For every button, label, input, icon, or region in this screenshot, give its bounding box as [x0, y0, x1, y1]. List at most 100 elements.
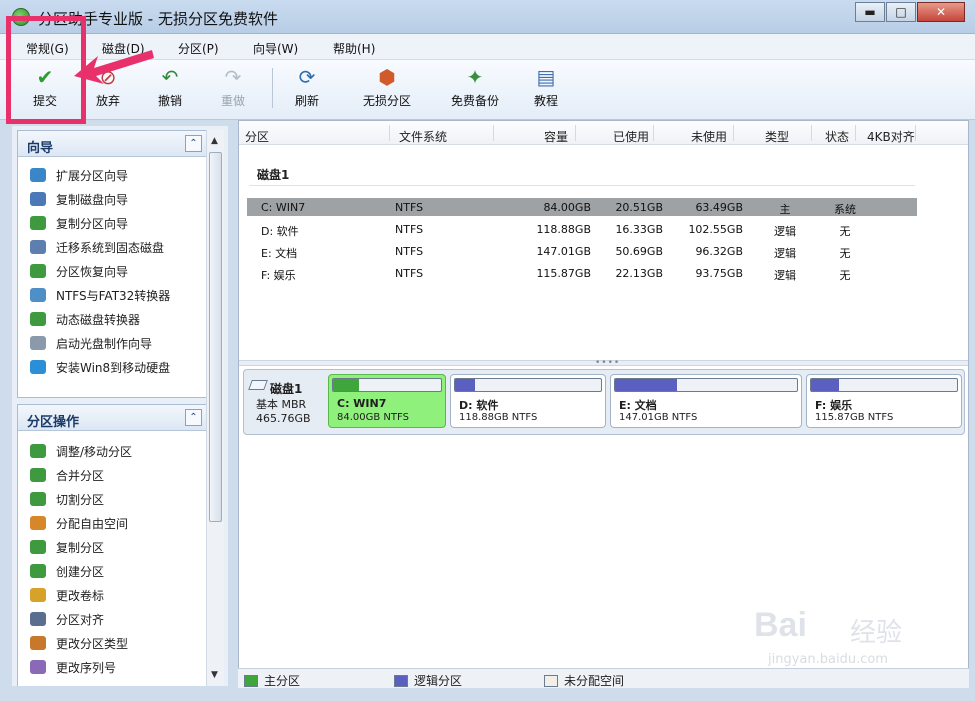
- table-header: 分区 文件系统 容量 已使用 未使用 类型 状态 4KB对齐: [239, 121, 968, 145]
- lossless-partition-button[interactable]: ⬢ 无损分区: [351, 66, 423, 109]
- wizard-item[interactable]: 迁移系统到固态磁盘: [18, 235, 206, 259]
- menu-partition[interactable]: 分区(P): [178, 40, 219, 57]
- wizard-item[interactable]: 分区恢复向导: [18, 259, 206, 283]
- align-icon: [30, 612, 46, 626]
- menu-disk[interactable]: 磁盘(D): [102, 40, 145, 57]
- refresh-button[interactable]: ⟳ 刷新: [271, 66, 343, 109]
- table-row[interactable]: F: 娱乐 NTFS 115.87GB 22.13GB 93.75GB 逻辑无: [247, 264, 917, 282]
- refresh-label: 刷新: [294, 94, 319, 108]
- split-icon: [30, 492, 46, 506]
- cell-used: 22.13GB: [615, 267, 663, 280]
- backup-icon: ✦: [466, 65, 484, 89]
- legend-unallocated-label: 未分配空间: [564, 674, 625, 688]
- close-button[interactable]: ✕: [917, 2, 965, 22]
- wizard-item[interactable]: 复制磁盘向导: [18, 187, 206, 211]
- redo-button[interactable]: ↷ 重做: [197, 66, 269, 109]
- disk-card[interactable]: 磁盘1 基本 MBR 465.76GB: [248, 374, 324, 430]
- wizard-item-label: 动态磁盘转换器: [56, 312, 141, 327]
- col-capacity[interactable]: 容量: [544, 128, 568, 145]
- partition-ops-group-header[interactable]: 分区操作 ⌃: [18, 405, 206, 431]
- partition-op-item[interactable]: 创建分区: [18, 559, 206, 583]
- cell-partition: E: 文档: [261, 247, 298, 260]
- discard-icon: ⊘: [99, 65, 117, 89]
- partition-op-item[interactable]: 切割分区: [18, 487, 206, 511]
- partition-block-name: E: 文档: [619, 399, 657, 412]
- col-divider[interactable]: [653, 125, 654, 141]
- tutorial-button[interactable]: ▤ 教程: [510, 66, 582, 109]
- wizard-item-label: 扩展分区向导: [56, 168, 129, 183]
- recover-partition-icon: [30, 264, 46, 278]
- partition-block[interactable]: C: WIN7 84.00GB NTFS: [328, 374, 446, 428]
- wizard-item[interactable]: NTFS与FAT32转换器: [18, 283, 206, 307]
- col-divider[interactable]: [811, 125, 812, 141]
- title-bar: 分区助手专业版 - 无损分区免费软件 ▬ □ ✕: [0, 0, 975, 34]
- wizard-group-title: 向导: [27, 141, 54, 156]
- undo-label: 撤销: [157, 94, 182, 108]
- partition-block-info: 147.01GB NTFS: [619, 412, 698, 423]
- scroll-down-icon[interactable]: ▼: [211, 670, 218, 680]
- win8-icon: [30, 360, 46, 374]
- partition-op-item[interactable]: 分区对齐: [18, 607, 206, 631]
- lossless-partition-label: 无损分区: [362, 94, 411, 108]
- col-partition[interactable]: 分区: [245, 128, 269, 145]
- partition-op-item[interactable]: 更改序列号: [18, 655, 206, 679]
- partition-op-item[interactable]: 合并分区: [18, 463, 206, 487]
- minimize-button[interactable]: ▬: [855, 2, 885, 22]
- col-unused[interactable]: 未使用: [691, 128, 727, 145]
- collapse-wizard-icon[interactable]: ⌃: [185, 135, 202, 152]
- menu-wizard[interactable]: 向导(W): [253, 40, 298, 57]
- col-type[interactable]: 类型: [765, 128, 789, 145]
- legend-logical-label: 逻辑分区: [414, 674, 463, 688]
- collapse-partition-ops-icon[interactable]: ⌃: [185, 409, 202, 426]
- change-type-icon: [30, 636, 46, 650]
- table-row[interactable]: D: 软件 NTFS 118.88GB 16.33GB 102.55GB 逻辑无: [247, 220, 917, 238]
- ntfs-fat32-icon: [30, 288, 46, 302]
- table-row[interactable]: C: WIN7 NTFS 84.00GB 20.51GB 63.49GB 主系统: [247, 198, 917, 216]
- col-divider[interactable]: [575, 125, 576, 141]
- partition-op-item[interactable]: 更改分区类型: [18, 631, 206, 655]
- partition-op-item[interactable]: 复制分区: [18, 535, 206, 559]
- partition-block[interactable]: E: 文档 147.01GB NTFS: [610, 374, 802, 428]
- usage-fill: [455, 379, 476, 391]
- sidebar-scrollbar[interactable]: ▲ ▼: [206, 130, 224, 686]
- col-4k-align[interactable]: 4KB对齐: [867, 128, 915, 145]
- disk-icon: [248, 380, 268, 390]
- col-used[interactable]: 已使用: [613, 128, 649, 145]
- menu-general[interactable]: 常规(G): [26, 40, 69, 57]
- scroll-thumb[interactable]: [209, 152, 222, 522]
- wizard-group-header[interactable]: 向导 ⌃: [18, 131, 206, 157]
- partition-block[interactable]: F: 娱乐 115.87GB NTFS: [806, 374, 962, 428]
- commit-button[interactable]: ✔ 提交: [9, 66, 81, 109]
- col-divider[interactable]: [915, 125, 916, 141]
- col-divider[interactable]: [733, 125, 734, 141]
- table-row[interactable]: E: 文档 NTFS 147.01GB 50.69GB 96.32GB 逻辑无: [247, 242, 917, 260]
- wizard-item[interactable]: 安装Win8到移动硬盘: [18, 355, 206, 379]
- col-divider[interactable]: [855, 125, 856, 141]
- partition-block[interactable]: D: 软件 118.88GB NTFS: [450, 374, 606, 428]
- undo-button[interactable]: ↶ 撤销: [134, 66, 206, 109]
- scroll-up-icon[interactable]: ▲: [211, 136, 218, 146]
- free-backup-button[interactable]: ✦ 免费备份: [439, 66, 511, 109]
- pane-splitter[interactable]: ••••: [239, 358, 968, 368]
- partition-op-item-label: 更改分区类型: [56, 636, 129, 651]
- cell-fs: NTFS: [395, 245, 424, 258]
- partition-op-item[interactable]: 调整/移动分区: [18, 439, 206, 463]
- wizard-item[interactable]: 扩展分区向导: [18, 163, 206, 187]
- col-status[interactable]: 状态: [825, 128, 849, 145]
- wizard-item[interactable]: 启动光盘制作向导: [18, 331, 206, 355]
- allocate-space-icon: [30, 516, 46, 530]
- col-filesystem[interactable]: 文件系统: [399, 128, 447, 145]
- partition-op-item-label: 合并分区: [56, 468, 105, 483]
- usage-bar: [810, 378, 958, 392]
- wizard-item[interactable]: 复制分区向导: [18, 211, 206, 235]
- menu-help[interactable]: 帮助(H): [333, 40, 375, 57]
- col-divider[interactable]: [389, 125, 390, 141]
- legend-primary: 主分区: [244, 672, 300, 689]
- maximize-button[interactable]: □: [886, 2, 916, 22]
- partition-op-item[interactable]: 更改卷标: [18, 583, 206, 607]
- usage-fill: [811, 379, 839, 391]
- usage-bar: [614, 378, 798, 392]
- wizard-item[interactable]: 动态磁盘转换器: [18, 307, 206, 331]
- partition-op-item[interactable]: 分配自由空间: [18, 511, 206, 535]
- col-divider[interactable]: [493, 125, 494, 141]
